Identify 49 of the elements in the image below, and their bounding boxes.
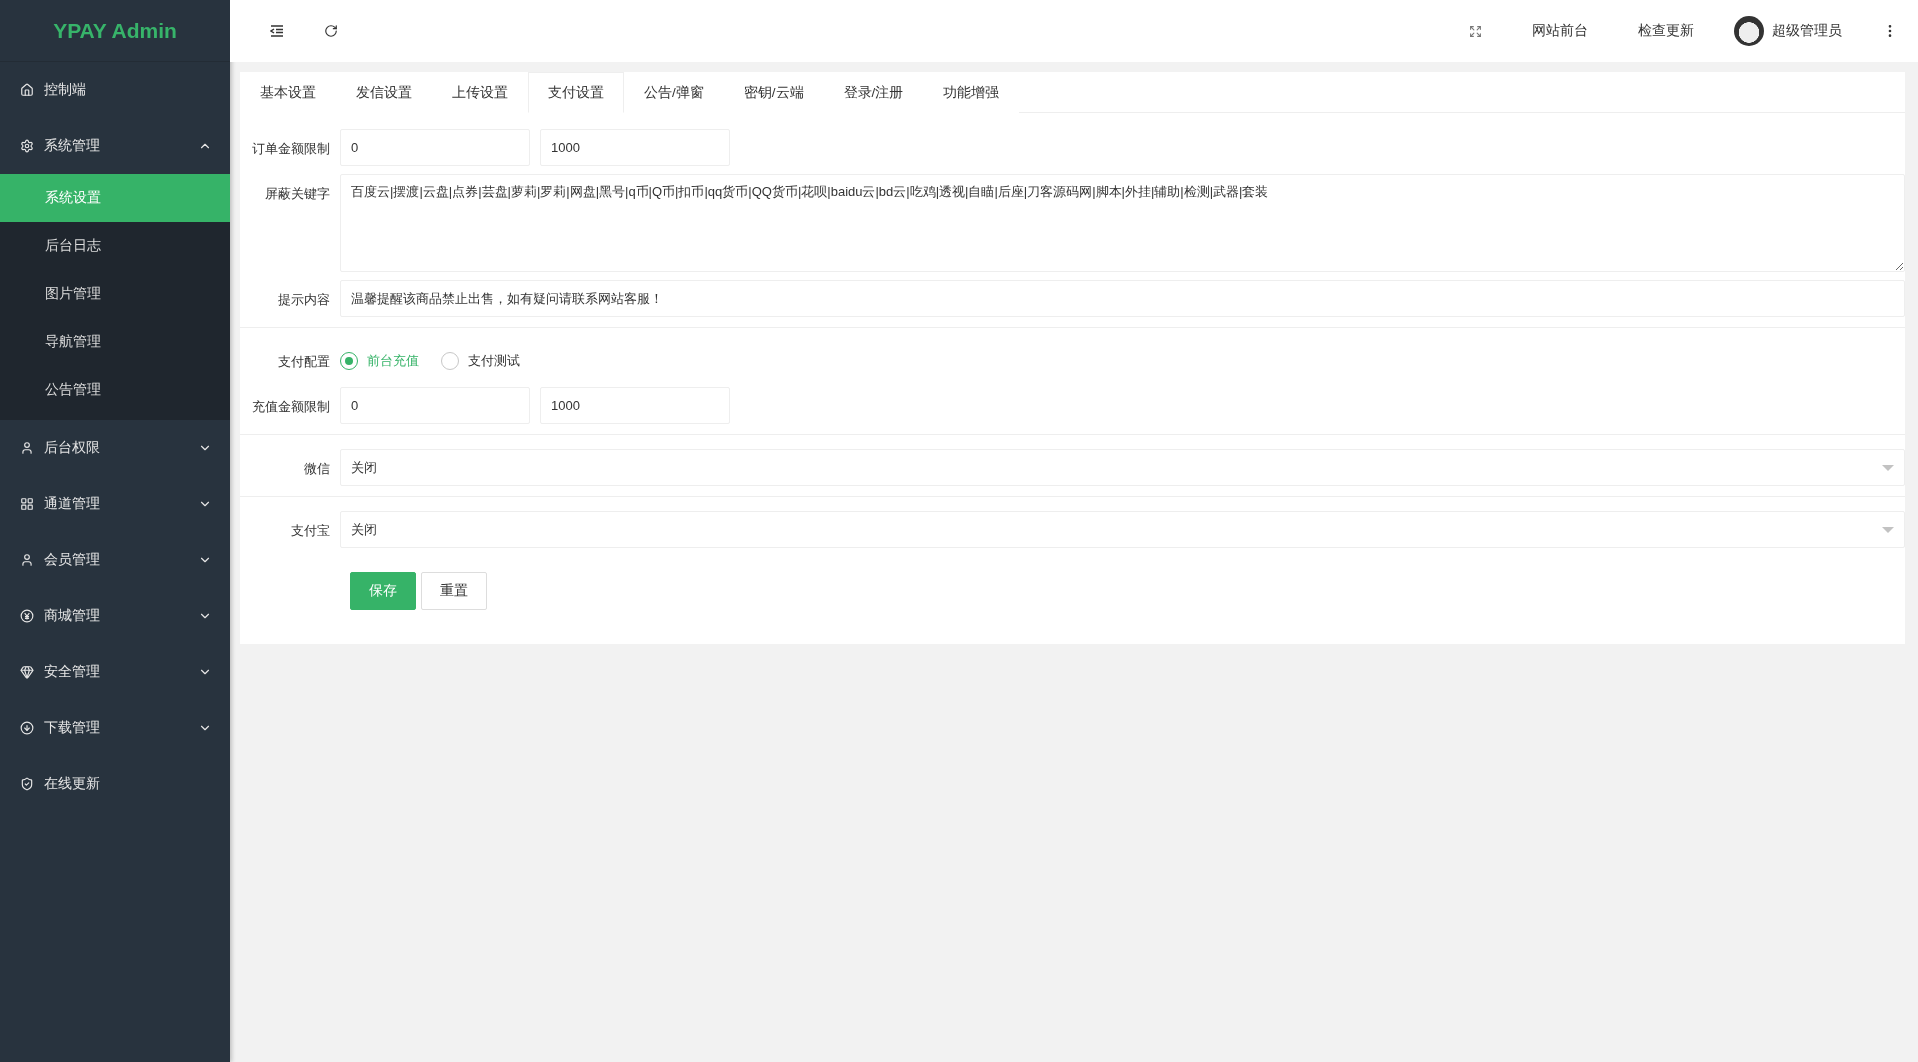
select-field[interactable]: 关闭 [340, 511, 1905, 548]
sidebar-item[interactable]: 后台权限 [0, 420, 230, 476]
user-name[interactable]: 超级管理员 [1772, 22, 1842, 40]
settings-icon [20, 139, 34, 153]
sidebar-subitem[interactable]: 后台日志 [0, 222, 230, 270]
download-icon [20, 721, 34, 735]
shield-icon [20, 777, 34, 791]
sidebar-subitem[interactable]: 公告管理 [0, 366, 230, 414]
yen-circle-icon [20, 609, 34, 623]
field-label: 支付配置 [277, 353, 331, 371]
textarea-field[interactable]: 百度云|摆渡|云盘|点券|芸盘|萝莉|罗莉|网盘|黑号|q币|Q币|扣币|qq货币|QQ货币|花呗|baidu云|bd云|吃鸡|透视|自瞄|后座|刀客源码网|脚本|外挂|辅助|检测|武器|套装 [340, 174, 1905, 272]
field-label: 微信 [303, 460, 331, 478]
header-link[interactable]: 网站前台 [1532, 22, 1588, 40]
field-label: 屏蔽关键字 [264, 185, 331, 203]
input-field[interactable]: 0 [340, 387, 530, 424]
diamond-icon [20, 665, 34, 679]
header-link[interactable]: 检查更新 [1638, 22, 1694, 40]
input-field[interactable]: 0 [340, 129, 530, 166]
sidebar-item[interactable]: 通道管理 [0, 476, 230, 532]
select-field[interactable]: 关闭 [340, 449, 1905, 486]
sidebar-item[interactable]: 控制端 [0, 62, 230, 118]
sidebar-item[interactable]: 商城管理 [0, 588, 230, 644]
indent-icon[interactable] [270, 25, 284, 37]
sidebar-item[interactable]: 系统管理 [0, 118, 230, 174]
sidebar-subitem[interactable]: 导航管理 [0, 318, 230, 366]
reset-button[interactable]: 重置 [421, 572, 487, 610]
caret-icon [1882, 526, 1894, 533]
field-label: 支付宝 [290, 522, 331, 540]
fullscreen-icon[interactable] [1469, 24, 1482, 38]
field-label: 提示内容 [277, 291, 331, 309]
sidebar-item[interactable]: 安全管理 [0, 644, 230, 700]
field-label: 订单金额限制 [251, 140, 331, 158]
input-field[interactable]: 1000 [540, 387, 730, 424]
grid-icon [20, 497, 34, 511]
avatar[interactable] [1734, 16, 1764, 46]
caret-icon [1882, 464, 1894, 471]
home-icon [20, 83, 34, 97]
user-icon [20, 553, 34, 567]
sidebar-item[interactable]: 会员管理 [0, 532, 230, 588]
field-label: 充值金额限制 [251, 398, 331, 416]
radio-option[interactable]: 支付测试 [441, 351, 520, 370]
sidebar-item[interactable]: 在线更新 [0, 756, 230, 812]
user-icon [20, 441, 34, 455]
refresh-icon[interactable] [324, 24, 338, 38]
tab[interactable]: 支付设置 [528, 72, 624, 113]
sidebar-subitem[interactable]: 图片管理 [0, 270, 230, 318]
input-field[interactable]: 温馨提醒该商品禁止出售，如有疑问请联系网站客服！ [340, 280, 1905, 317]
input-field[interactable]: 1000 [540, 129, 730, 166]
sidebar-item[interactable]: 下载管理 [0, 700, 230, 756]
